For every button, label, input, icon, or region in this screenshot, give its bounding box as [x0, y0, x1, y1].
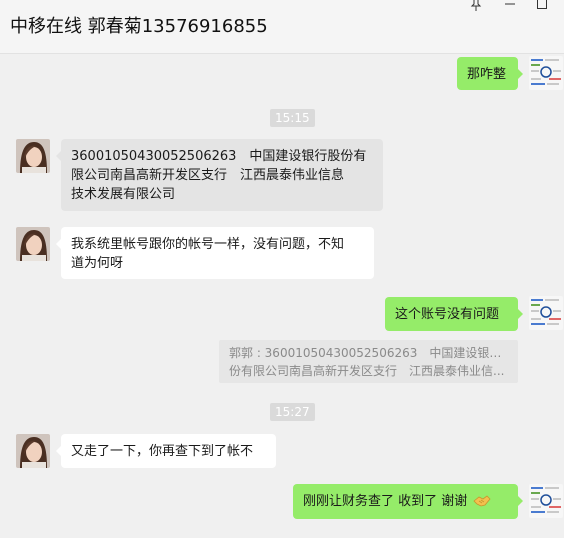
- avatar-contact[interactable]: [16, 434, 50, 468]
- message-bubble-outgoing[interactable]: 刚刚让财务查了 收到了 谢谢: [293, 484, 523, 519]
- title-bar: 中移在线 郭春菊13576916855: [0, 0, 564, 54]
- quoted-message-line: 郭郭 : 36001050430052506263 中国建设银行股: [229, 346, 508, 360]
- message-bubble-incoming[interactable]: 我系统里帐号跟你的帐号一样，没有问题，不知 道为何呀: [56, 227, 374, 279]
- avatar-contact[interactable]: [16, 227, 50, 261]
- message-bubble-outgoing[interactable]: 那咋整: [457, 57, 523, 90]
- pin-icon[interactable]: [466, 0, 486, 14]
- message-bubble-incoming[interactable]: 又走了一下，你再查下到了帐不: [56, 434, 276, 468]
- timestamp: 15:15: [270, 109, 315, 127]
- avatar-self[interactable]: [529, 56, 563, 90]
- handshake-emoji-icon: [473, 492, 491, 514]
- maximize-icon[interactable]: [532, 0, 552, 14]
- avatar-self[interactable]: [529, 484, 563, 518]
- minimize-icon[interactable]: [500, 0, 520, 14]
- avatar-contact[interactable]: [16, 139, 50, 173]
- chat-title: 中移在线 郭春菊13576916855: [10, 16, 268, 37]
- message-bubble-outgoing[interactable]: 这个账号没有问题: [385, 297, 523, 331]
- timestamp: 15:27: [270, 403, 315, 421]
- avatar-self[interactable]: [529, 296, 563, 330]
- quoted-message-line: 份有限公司南昌高新开发区支行 江西晨泰伟业信...: [229, 364, 505, 378]
- quoted-message[interactable]: 郭郭 : 36001050430052506263 中国建设银行股 份有限公司南…: [219, 340, 518, 383]
- message-bubble-incoming[interactable]: 36001050430052506263 中国建设银行股份有 限公司南昌高新开发…: [56, 139, 383, 211]
- message-text: 刚刚让财务查了 收到了 谢谢: [303, 494, 468, 509]
